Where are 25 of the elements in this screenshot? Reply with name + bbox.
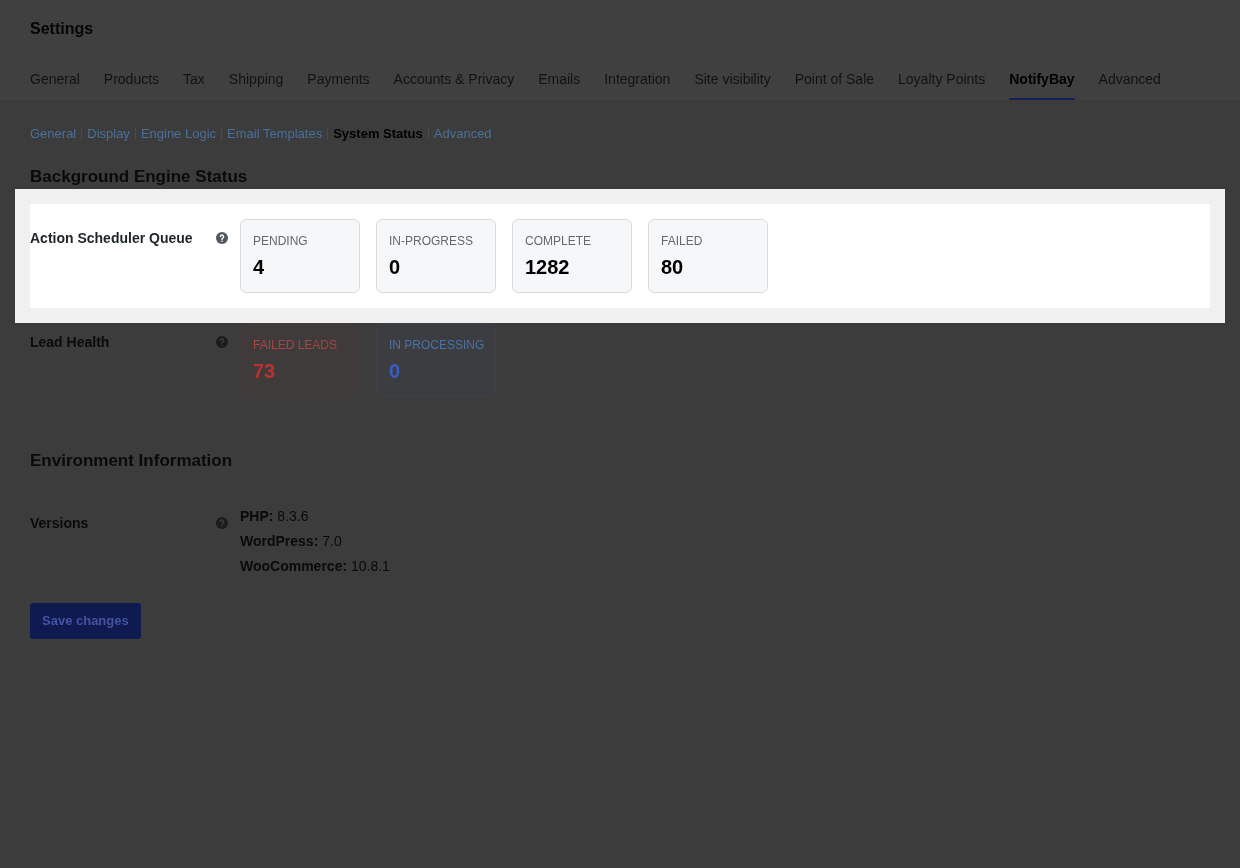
stat-label: FAILED LEADS (253, 337, 339, 353)
subnav-link[interactable]: Email Templates (227, 125, 323, 143)
help-icon (216, 517, 228, 529)
page-title: Settings (30, 20, 95, 38)
subnav-link[interactable]: General (30, 125, 77, 143)
stat-label: PENDING (253, 233, 309, 249)
subnav-link[interactable]: Display (87, 125, 130, 143)
stat-label: IN PROCESSING (389, 337, 483, 353)
setting-label: Action Scheduler Queue (30, 229, 194, 247)
subnav-link[interactable]: System Status (333, 125, 423, 143)
stat-value: 4 (253, 255, 266, 279)
stat-value: 1282 (525, 255, 571, 279)
subnav-link[interactable]: Advanced (433, 125, 492, 143)
stat-value: 73 (253, 359, 277, 383)
help-icon (216, 232, 228, 244)
stat-label: FAILED (661, 233, 704, 249)
stat-label: IN-PROGRESS (389, 233, 474, 249)
stat-value: 80 (661, 255, 685, 279)
stat-value: 0 (389, 359, 402, 383)
help-icon (216, 336, 228, 348)
save-changes-button[interactable]: Save changes (30, 603, 141, 639)
stat-label: COMPLETE (525, 233, 592, 249)
settings-tab[interactable]: NotifyBay (1009, 59, 1075, 100)
subnav-link[interactable]: Engine Logic (140, 125, 217, 143)
stat-value: 0 (389, 255, 402, 279)
